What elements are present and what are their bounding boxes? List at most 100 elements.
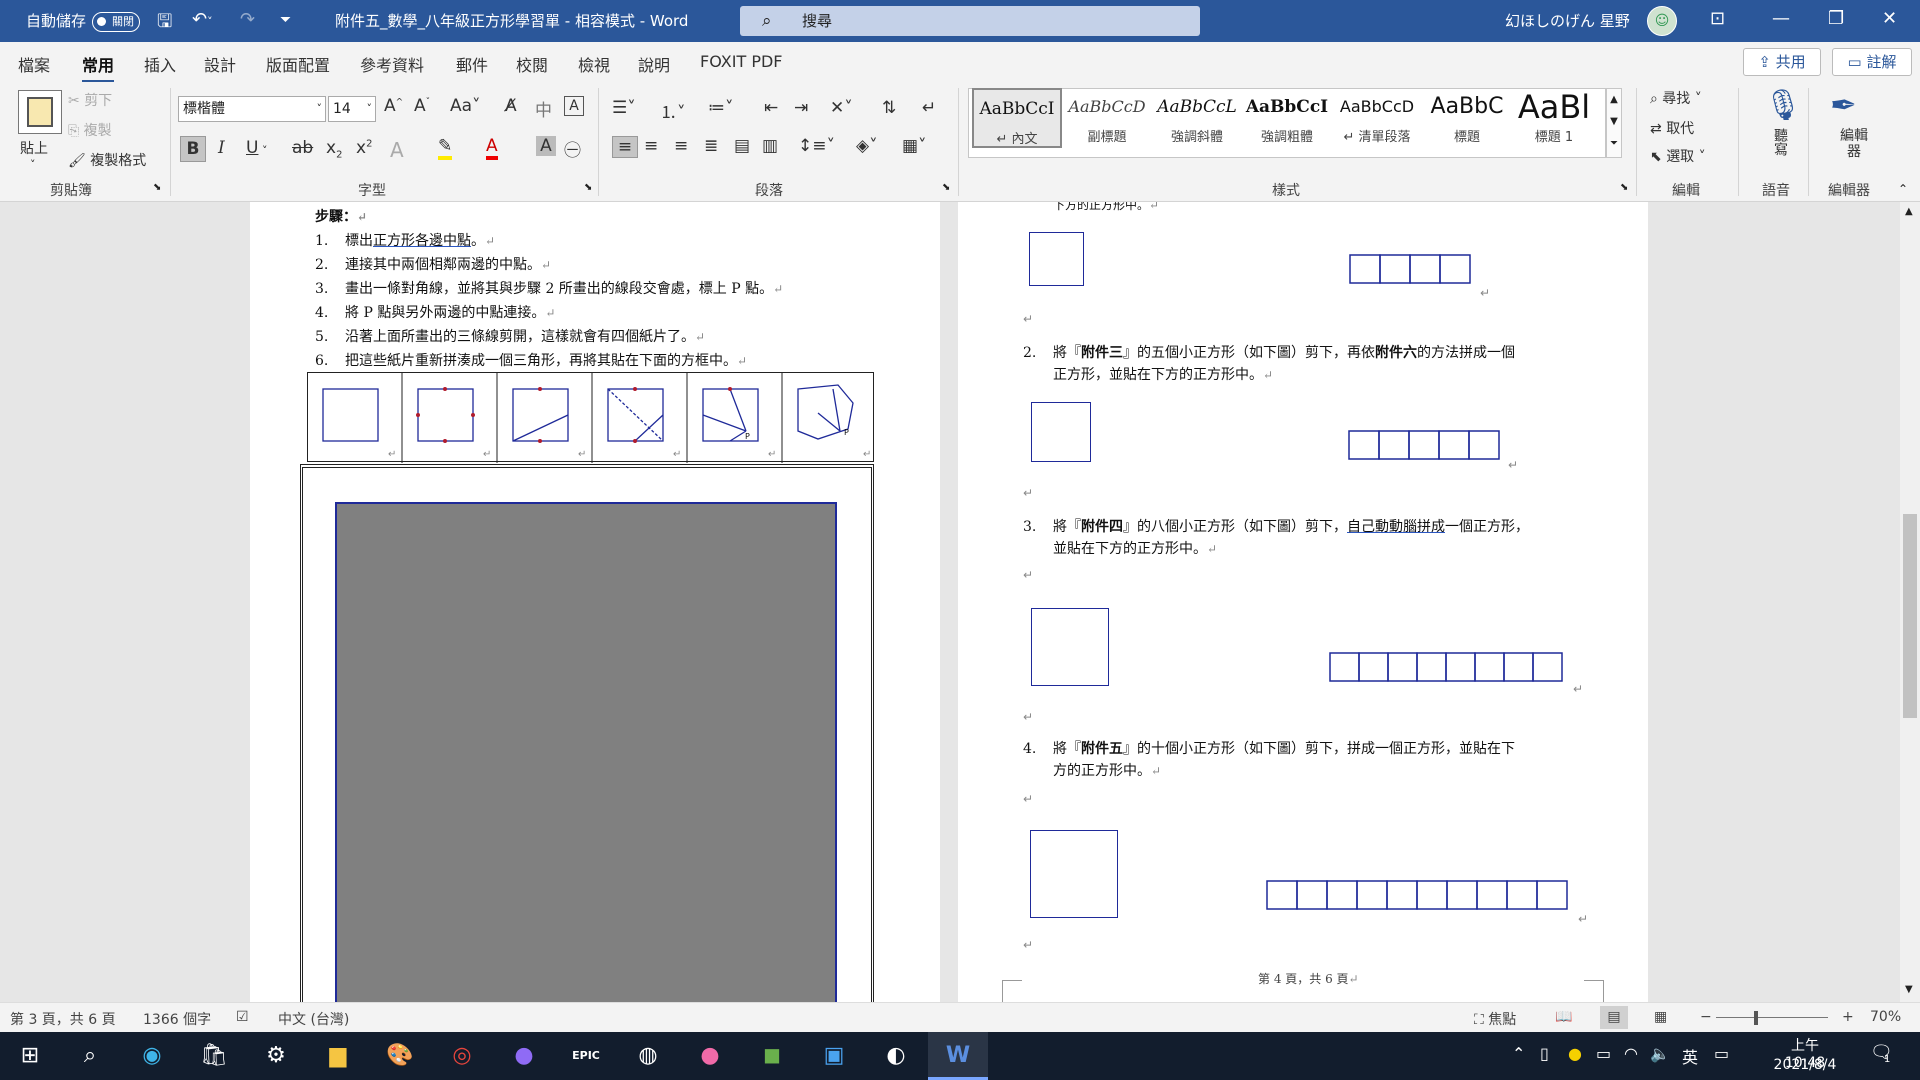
osu-icon[interactable]: ● [680, 1032, 740, 1080]
underline-icon[interactable]: U [246, 138, 258, 158]
zoom-slider[interactable] [1716, 1017, 1828, 1018]
tab-insert[interactable]: 插入 [144, 52, 176, 76]
bullets-icon[interactable]: ☰˅ [612, 98, 636, 118]
answer-square-2[interactable] [1031, 402, 1091, 462]
chrome-icon[interactable]: ◎ [432, 1032, 492, 1080]
paragraph-launcher-icon[interactable]: ⬊ [942, 182, 950, 193]
web-layout-icon[interactable]: ▦ [1654, 1009, 1667, 1025]
epic-games-icon[interactable]: EPIC [556, 1032, 616, 1080]
format-painter-button[interactable]: 🖌 複製格式 [68, 150, 146, 170]
obs-icon[interactable]: ◐ [866, 1032, 926, 1080]
print-layout-icon[interactable]: ▤ [1600, 1006, 1628, 1029]
scrollbar-thumb[interactable] [1903, 514, 1917, 718]
show-hidden-icons[interactable]: ⌃ [1512, 1044, 1525, 1063]
column-align-icon[interactable]: ▥ [762, 136, 778, 156]
tray-app-icon[interactable]: ● [1568, 1044, 1582, 1063]
triangle-paste-area[interactable] [335, 502, 837, 1002]
style-title[interactable]: AaBbC 標題 [1422, 88, 1512, 148]
share-button[interactable]: ⇪ 共用 [1743, 48, 1821, 76]
proofing-icon[interactable]: ☑ [236, 1009, 249, 1025]
close-icon[interactable]: ✕ [1882, 8, 1897, 29]
search-box[interactable]: ⌕ 搜尋 [740, 6, 1200, 36]
phonetic-guide-icon[interactable]: 中 [535, 96, 552, 121]
settings-icon[interactable]: ⚙ [246, 1032, 306, 1080]
windows-start-icon[interactable]: ⊞ [0, 1032, 60, 1080]
ime-mode-icon[interactable]: ▭ [1714, 1044, 1729, 1063]
multilevel-list-icon[interactable]: ≔˅ [708, 98, 734, 118]
style-normal[interactable]: AaBbCcI ↵ 內文 [972, 88, 1062, 148]
tab-foxit[interactable]: FOXIT PDF [700, 52, 782, 71]
word-icon[interactable]: W [928, 1032, 988, 1080]
editor-pen-icon[interactable]: ✒ [1830, 86, 1857, 124]
clipboard-launcher-icon[interactable]: ⬊ [153, 182, 161, 193]
tab-view[interactable]: 檢視 [578, 52, 610, 76]
character-border-icon[interactable]: A [564, 96, 584, 116]
ime-indicator[interactable]: 英 [1682, 1044, 1698, 1068]
borders-icon[interactable]: ▦˅ [902, 136, 927, 156]
zoom-slider-thumb[interactable] [1754, 1011, 1758, 1025]
character-shading-icon[interactable]: A [536, 136, 556, 156]
microphone-icon[interactable]: 🎙 [1764, 88, 1802, 123]
decrease-indent-icon[interactable]: ⇤ [764, 98, 778, 118]
strikethrough-icon[interactable]: ab [292, 138, 313, 158]
paste-button[interactable]: 貼上 [20, 138, 48, 158]
paste-dropdown-icon[interactable]: ˅ [30, 158, 36, 171]
styles-scroll[interactable]: ▲ ▼ ⏷ [1606, 88, 1622, 158]
style-emphasis[interactable]: AaBbCcL 強調斜體 [1152, 88, 1242, 148]
highlight-icon[interactable]: ✎ [438, 136, 453, 160]
answer-square-3[interactable] [1031, 608, 1109, 686]
answer-square-4[interactable] [1030, 830, 1118, 918]
zoom-out-icon[interactable]: − [1700, 1009, 1712, 1025]
wifi-icon[interactable]: ◠ [1624, 1044, 1638, 1063]
styles-launcher-icon[interactable]: ⬊ [1620, 182, 1628, 193]
clock-date[interactable]: 2021/8/4 [1770, 1057, 1840, 1073]
tab-help[interactable]: 說明 [638, 52, 670, 76]
zoom-in-icon[interactable]: + [1842, 1009, 1854, 1025]
page-3[interactable]: 步驟：↵ 1. 標出正方形各邊中點。↵ 2. 連接其中兩個相鄰兩邊的中點。↵ 3. 畫… [250, 202, 940, 1002]
underline-dropdown-icon[interactable]: ˅ [262, 144, 268, 157]
avatar[interactable]: ☺ [1647, 6, 1677, 36]
style-list-paragraph[interactable]: AaBbCcD ↵ 清單段落 [1332, 88, 1422, 148]
sort-icon[interactable]: ⇅ [882, 98, 896, 118]
zoom-level[interactable]: 70% [1870, 1009, 1901, 1025]
show-marks-icon[interactable]: ↵ [922, 98, 936, 118]
tab-design[interactable]: 設計 [204, 52, 236, 76]
font-name-select[interactable]: 標楷體 ˅ [178, 96, 326, 122]
redo-icon[interactable]: ↷ [240, 9, 255, 30]
style-heading-1[interactable]: AaBl 標題 1 [1512, 88, 1596, 148]
capture-app-icon[interactable]: ▣ [804, 1032, 864, 1080]
shrink-font-icon[interactable]: Aˇ [414, 96, 430, 116]
customize-qat-icon[interactable]: ⏷ [280, 12, 291, 28]
style-subtitle[interactable]: AaBbCcD 副標題 [1062, 88, 1152, 148]
edge-icon[interactable]: ◉ [122, 1032, 182, 1080]
autosave-toggle[interactable]: 自動儲存 關閉 [26, 10, 141, 32]
tab-home[interactable]: 常用 [82, 52, 115, 83]
enclose-characters-icon[interactable]: ㊀ [564, 136, 581, 161]
volume-icon[interactable]: 🔈 [1650, 1044, 1670, 1063]
word-count[interactable]: 1366 個字 [143, 1009, 211, 1029]
tab-references[interactable]: 參考資料 [360, 52, 424, 76]
superscript-icon[interactable]: x2 [356, 138, 372, 158]
restore-icon[interactable]: ❐ [1828, 8, 1844, 29]
file-explorer-icon[interactable]: ▆ [308, 1032, 368, 1080]
distributed-icon[interactable]: ▤ [734, 136, 750, 156]
copy-button[interactable]: ⎘ 複製 [68, 120, 112, 140]
style-strong[interactable]: AaBbCcI 強調粗體 [1242, 88, 1332, 148]
scroll-up-icon[interactable]: ▲ [1905, 206, 1913, 217]
page-4[interactable]: 下方的正方形中。↵ ↵ ↵ 2. 將『附件三』的五個小正方形（如下圖）剪下，再依附… [958, 202, 1648, 1002]
language[interactable]: 中文 (台灣) [278, 1009, 349, 1029]
italic-icon[interactable]: I [218, 138, 225, 158]
minimize-icon[interactable]: — [1772, 8, 1790, 29]
text-effects-icon[interactable]: A [390, 138, 404, 162]
select-button[interactable]: ⬉ 選取 ˅ [1650, 146, 1706, 166]
user-name[interactable]: 幻ほしのげん 星野 [1505, 10, 1630, 31]
save-icon[interactable]: 🖫 [157, 9, 172, 39]
font-launcher-icon[interactable]: ⬊ [584, 182, 592, 193]
battery-icon[interactable]: ▭ [1596, 1044, 1611, 1063]
grow-font-icon[interactable]: A^ [384, 96, 403, 116]
align-left-icon[interactable]: ≡ [612, 136, 638, 158]
tab-mailings[interactable]: 郵件 [456, 52, 488, 76]
paint-icon[interactable]: 🎨 [370, 1032, 430, 1080]
autosave-switch[interactable]: 關閉 [92, 11, 141, 32]
line-spacing-icon[interactable]: ↕≡˅ [798, 136, 835, 156]
